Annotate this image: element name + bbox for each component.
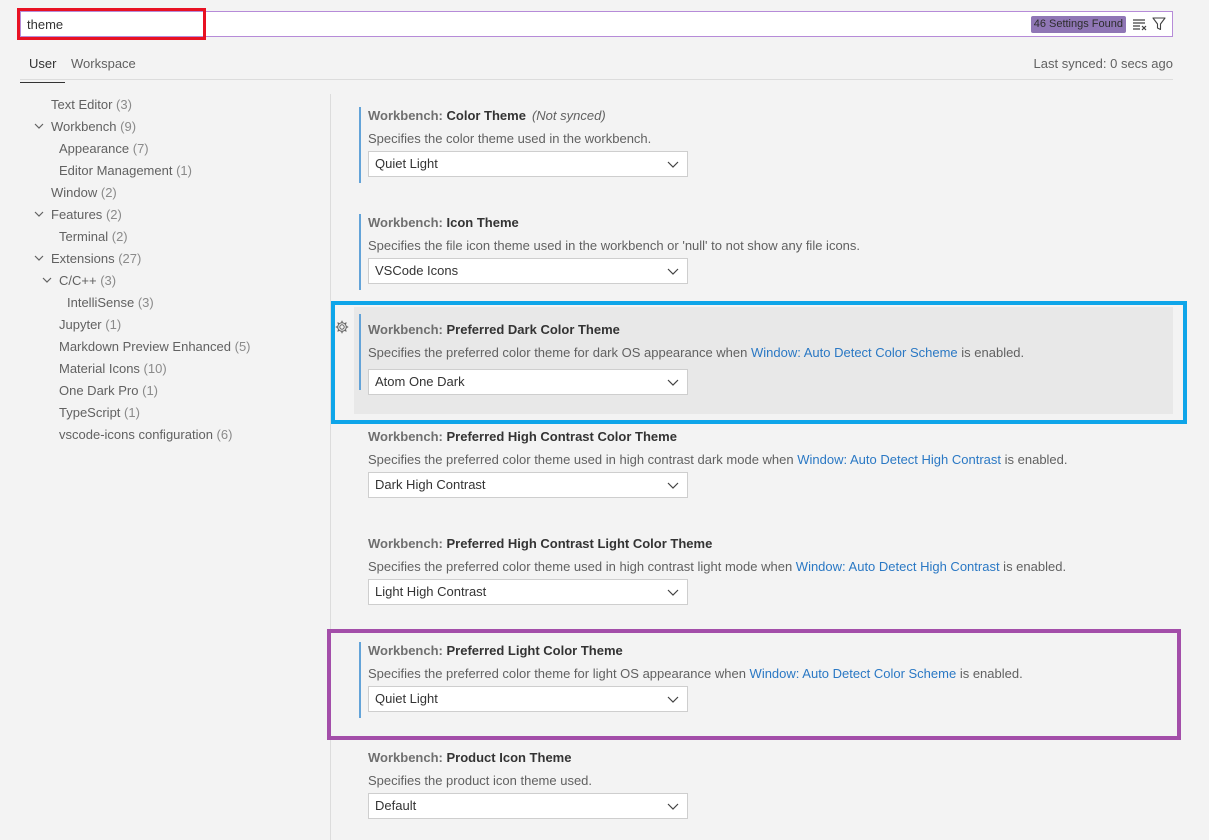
setting-title: Workbench: Color Theme (Not synced) [368,108,606,123]
preferred-high-contrast-color-theme-select[interactable]: Dark High Contrast [368,472,688,498]
toc-item-jupyter[interactable]: Jupyter (1) [59,315,121,335]
toc-item-typescript[interactable]: TypeScript (1) [59,403,140,423]
toc-item-one-dark-pro[interactable]: One Dark Pro (1) [59,381,158,401]
highlight-light-theme-box [327,629,1181,740]
chevron-down-icon [34,255,44,261]
auto-detect-high-contrast-link[interactable]: Window: Auto Detect High Contrast [797,452,1001,467]
setting-description: Specifies the preferred color theme used… [368,559,1067,574]
chevron-down-icon [667,803,679,810]
not-synced-note: (Not synced) [531,108,606,123]
product-icon-theme-select[interactable]: Default [368,793,688,819]
toc-item-extensions[interactable]: Extensions (27) [34,249,141,269]
chevron-down-icon [42,277,52,283]
toc-item-terminal[interactable]: Terminal (2) [59,227,128,247]
settings-found-badge: 46 Settings Found [1030,16,1126,33]
chevron-down-icon [667,482,679,489]
setting-title: Workbench: Product Icon Theme [368,750,572,765]
setting-color-theme: Workbench: Color Theme (Not synced) Speci… [354,100,1173,207]
toc-item-appearance[interactable]: Appearance (7) [59,139,149,159]
toc-item-vscode-icons-configuration[interactable]: vscode-icons configuration (6) [59,425,232,445]
modified-indicator [359,107,361,183]
setting-description: Specifies the preferred color theme used… [368,452,1068,467]
chevron-down-icon [34,123,44,129]
toc-item-intellisense[interactable]: IntelliSense (3) [67,293,154,313]
toc-item-c-cpp[interactable]: C/C++ (3) [42,271,116,291]
icon-theme-select[interactable]: VSCode Icons [368,258,688,284]
toc-item-material-icons[interactable]: Material Icons (10) [59,359,167,379]
chevron-down-icon [667,268,679,275]
setting-description: Specifies the color theme used in the wo… [368,131,652,146]
highlight-dark-theme-box [331,301,1187,424]
toc-item-text-editor[interactable]: Text Editor (3) [51,95,132,115]
setting-icon-theme: Workbench: Icon Theme Specifies the file… [354,207,1173,314]
setting-title: Workbench: Icon Theme [368,215,519,230]
toc-item-editor-management[interactable]: Editor Management (1) [59,161,192,181]
chevron-down-icon [667,161,679,168]
clear-filter-icon[interactable] [1132,17,1147,31]
setting-title: Workbench: Preferred High Contrast Light… [368,536,713,551]
chevron-down-icon [34,211,44,217]
toc-item-markdown-preview-enhanced[interactable]: Markdown Preview Enhanced (5) [59,337,251,357]
setting-description: Specifies the file icon theme used in th… [368,238,861,253]
color-theme-select[interactable]: Quiet Light [368,151,688,177]
setting-preferred-high-contrast-color-theme: Workbench: Preferred High Contrast Color… [354,421,1173,528]
tab-user[interactable]: User [19,56,67,83]
preferred-high-contrast-light-color-theme-select[interactable]: Light High Contrast [368,579,688,605]
setting-product-icon-theme: Workbench: Product Icon Theme Specifies … [354,742,1173,840]
setting-title: Workbench: Preferred High Contrast Color… [368,429,677,444]
last-synced-label: Last synced: 0 secs ago [1033,56,1173,71]
toc-item-workbench[interactable]: Workbench (9) [34,117,136,137]
tab-workspace[interactable]: Workspace [71,56,136,71]
modified-indicator [359,214,361,290]
filter-icon[interactable] [1152,17,1166,31]
setting-description: Specifies the product icon theme used. [368,773,593,788]
highlight-search-box [17,8,206,40]
auto-detect-high-contrast-link[interactable]: Window: Auto Detect High Contrast [796,559,1000,574]
toc-item-window[interactable]: Window (2) [51,183,117,203]
toc-item-features[interactable]: Features (2) [34,205,122,225]
settings-scope-tabs: User Workspace Last synced: 0 secs ago [19,50,1173,83]
chevron-down-icon [667,589,679,596]
setting-preferred-high-contrast-light-color-theme: Workbench: Preferred High Contrast Light… [354,528,1173,635]
